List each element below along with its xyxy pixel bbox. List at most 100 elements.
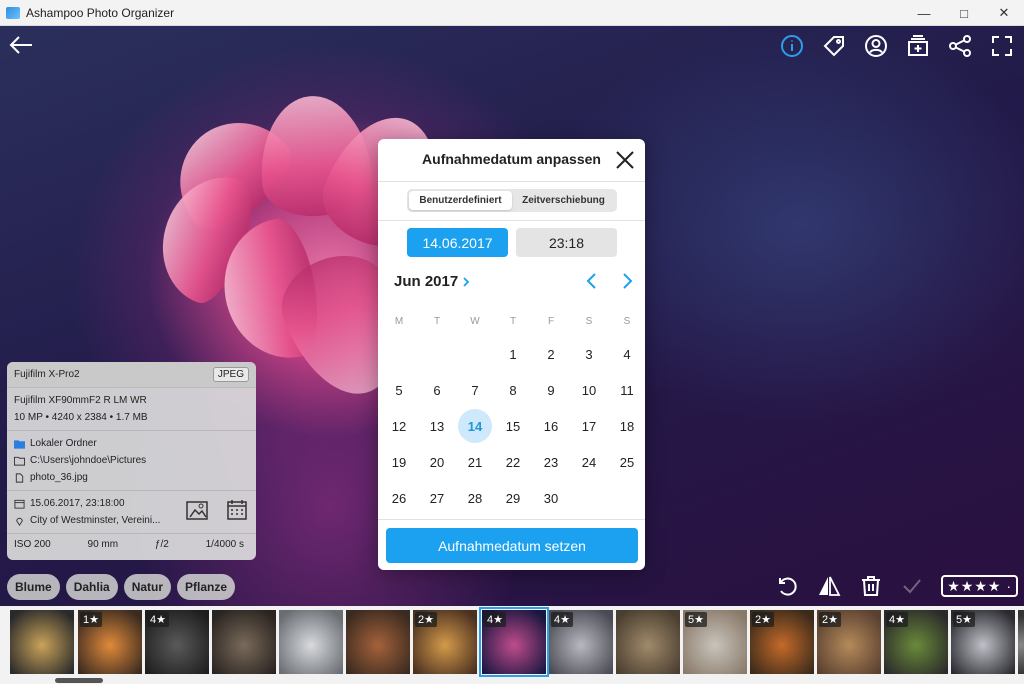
thumbnail-rating-badge: 1★ [80,612,102,627]
prev-month-icon[interactable] [583,271,601,291]
calendar-day-selected[interactable]: 14 [458,409,492,443]
next-month-icon[interactable] [618,271,636,291]
calendar-day[interactable]: 16 [534,409,568,443]
calendar-small-icon [14,499,25,509]
folder-icon [14,456,25,466]
folder-path-row[interactable]: C:\Users\johndoe\Pictures [14,452,249,469]
calendar-day[interactable]: 11 [610,373,644,407]
thumbnail-rating-badge: 5★ [953,612,975,627]
filename: photo_36.jpg [30,472,88,483]
tag-chip[interactable]: Pflanze [177,574,236,600]
calendar-day[interactable]: 5 [382,373,416,407]
calendar-day[interactable]: 17 [572,409,606,443]
calendar-edit-icon[interactable] [226,499,248,521]
calendar-day[interactable]: 10 [572,373,606,407]
photo-thumbnail[interactable]: 4★ [549,610,613,674]
photo-thumbnail[interactable] [346,610,410,674]
minimize-button[interactable]: — [904,0,944,26]
calendar-day[interactable]: 30 [534,481,568,515]
filmstrip-scrollbar[interactable] [55,678,103,683]
camera-model: Fujifilm X-Pro2 [14,369,80,380]
calendar-day[interactable]: 8 [496,373,530,407]
calendar-day[interactable]: 29 [496,481,530,515]
photo-thumbnail[interactable]: 1★ [78,610,142,674]
share-icon [949,35,971,57]
calendar-day[interactable]: 24 [572,445,606,479]
time-field[interactable]: 23:18 [516,228,617,257]
month-picker[interactable]: Jun 2017 [394,273,470,290]
photo-thumbnail[interactable] [212,610,276,674]
star-rating[interactable]: ★★★★ · [941,575,1018,597]
thumbnail-rating-badge: 2★ [415,612,437,627]
photo-thumbnail[interactable]: 4★ [145,610,209,674]
folder-type: Lokaler Ordner [30,438,97,449]
photo-thumbnail[interactable]: 2★ [413,610,477,674]
tab-time-shift[interactable]: Zeitverschiebung [512,191,615,210]
photo-thumbnail[interactable]: 4★ [884,610,948,674]
photo-thumbnail[interactable]: 5★ [683,610,747,674]
rotate-icon[interactable] [775,574,799,598]
photo-thumbnail[interactable] [1018,610,1024,674]
calendar-day[interactable]: 15 [496,409,530,443]
filename-row: photo_36.jpg [14,469,249,486]
map-edit-icon[interactable] [186,499,208,521]
tab-custom[interactable]: Benutzerdefiniert [409,191,512,210]
trash-icon[interactable] [859,574,883,598]
photo-thumbnail[interactable]: 5★ [951,610,1015,674]
close-window-button[interactable]: ✕ [984,0,1024,26]
calendar-day[interactable]: 18 [610,409,644,443]
calendar-day[interactable]: 6 [420,373,454,407]
iso-value: ISO 200 [14,538,51,550]
weekday-label: S [585,316,593,327]
flip-icon[interactable] [817,574,841,598]
calendar-day[interactable]: 20 [420,445,454,479]
photo-thumbnail[interactable] [10,610,74,674]
date-field[interactable]: 14.06.2017 [407,228,508,257]
tag-chip[interactable]: Natur [123,574,172,600]
calendar-day[interactable]: 7 [458,373,492,407]
thumbnail-rating-badge: 4★ [147,612,169,627]
calendar-day[interactable]: 27 [420,481,454,515]
people-button[interactable] [862,32,890,60]
calendar-day[interactable]: 25 [610,445,644,479]
fullscreen-button[interactable] [988,32,1016,60]
thumbnail-rating-badge: 4★ [484,612,506,627]
photo-thumbnail[interactable]: 2★ [750,610,814,674]
tag-button[interactable] [820,32,848,60]
tag-chip[interactable]: Blume [7,574,60,600]
calendar-day[interactable]: 28 [458,481,492,515]
capture-datetime: 15.06.2017, 23:18:00 [30,498,125,509]
calendar-day[interactable]: 2 [534,337,568,371]
calendar-day[interactable]: 21 [458,445,492,479]
format-badge: JPEG [212,367,249,382]
back-button[interactable] [8,34,36,58]
thumbnail-rating-badge: 5★ [685,612,707,627]
info-button[interactable] [778,32,806,60]
close-icon[interactable] [615,150,635,170]
calendar-day[interactable]: 3 [572,337,606,371]
photo-thumbnail[interactable] [616,610,680,674]
tag-list: Blume Dahlia Natur Pflanze [7,574,236,600]
photo-thumbnail[interactable]: 2★ [817,610,881,674]
calendar-day[interactable]: 26 [382,481,416,515]
album-add-button[interactable] [904,32,932,60]
tag-chip[interactable]: Dahlia [65,574,118,600]
calendar-day[interactable]: 19 [382,445,416,479]
calendar-day[interactable]: 12 [382,409,416,443]
photo-thumbnail[interactable] [279,610,343,674]
calendar-day[interactable]: 9 [534,373,568,407]
set-date-button[interactable]: Aufnahmedatum setzen [386,528,638,563]
photo-thumbnail[interactable]: 4★ [479,607,549,677]
share-button[interactable] [946,32,974,60]
calendar-day[interactable]: 4 [610,337,644,371]
calendar-day[interactable]: 23 [534,445,568,479]
lens-section: Fujifilm XF90mmF2 R LM WR 10 MP • 4240 x… [7,388,256,431]
date-dialog: Aufnahmedatum anpassen Benutzerdefiniert… [378,139,645,570]
maximize-button[interactable]: □ [944,0,984,26]
photo-actions: ★★★★ · [775,574,1018,598]
window-title: Ashampoo Photo Organizer [26,5,175,20]
calendar-day[interactable]: 1 [496,337,530,371]
check-icon[interactable] [901,575,923,597]
calendar-day[interactable]: 13 [420,409,454,443]
calendar-day[interactable]: 22 [496,445,530,479]
